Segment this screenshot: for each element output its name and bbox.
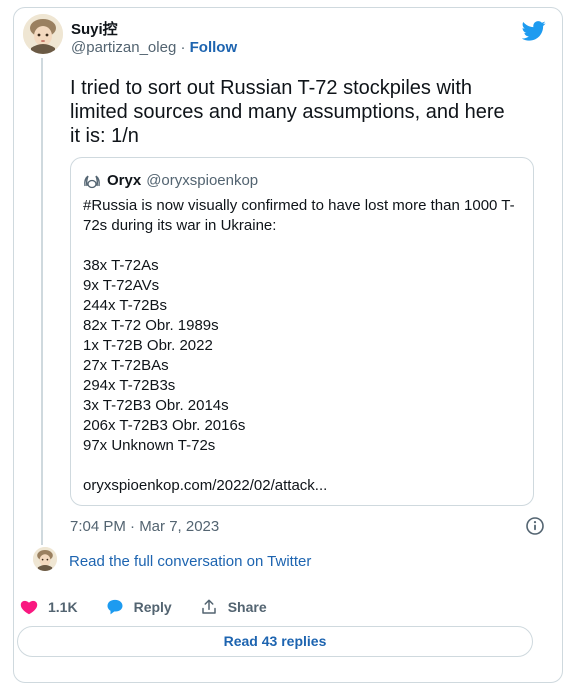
quoted-intro: #Russia is now visually confirmed to hav… (83, 197, 515, 234)
list-item: 38x T-72As (83, 257, 159, 274)
list-item: 3x T-72B3 Obr. 2014s (83, 397, 229, 414)
reply-label: Reply (133, 599, 172, 615)
tweet-timestamp[interactable]: 7:04 PM · Mar 7, 2023 (70, 518, 219, 535)
read-full-conversation-link[interactable]: Read the full conversation on Twitter (69, 553, 311, 570)
thread-author-avatar[interactable] (33, 547, 57, 571)
quoted-list: 38x T-72As 9x T-72AVs 244x T-72Bs 82x T-… (83, 256, 523, 456)
author-handle[interactable]: @partizan_oleg (71, 39, 176, 56)
list-item: 27x T-72BAs (83, 357, 169, 374)
tweet-text: I tried to sort out Russian T-72 stockpi… (70, 77, 505, 147)
list-item: 97x Unknown T-72s (83, 437, 216, 454)
author-avatar[interactable] (23, 14, 63, 54)
twitter-bird-icon[interactable] (522, 20, 546, 42)
quoted-author-name: Oryx (107, 172, 142, 189)
info-icon[interactable] (525, 516, 545, 536)
list-item: 82x T-72 Obr. 1989s (83, 317, 219, 334)
share-label: Share (227, 599, 267, 615)
oryx-logo-icon (84, 174, 100, 188)
list-item: 294x T-72B3s (83, 377, 176, 394)
like-button[interactable]: 1.1K (20, 598, 78, 616)
quoted-tweet[interactable]: Oryx @oryxspioenkop #Russia is now visua… (70, 157, 534, 506)
list-item: 9x T-72AVs (83, 277, 160, 294)
follow-button[interactable]: Follow (190, 39, 238, 56)
meta-separator: · (180, 39, 186, 56)
thread-connector-line (41, 58, 43, 545)
like-count: 1.1K (48, 599, 78, 615)
speech-bubble-icon (107, 599, 123, 615)
share-upload-icon (201, 599, 216, 614)
share-button[interactable]: Share (200, 598, 267, 616)
quoted-link[interactable]: oryxspioenkop.com/2022/02/attack... (83, 476, 523, 496)
reply-button[interactable]: Reply (106, 598, 172, 616)
read-replies-button[interactable]: Read 43 replies (17, 626, 533, 657)
action-bar: 1.1K Reply Share (20, 598, 295, 616)
quoted-tweet-header: Oryx @oryxspioenkop (83, 172, 258, 189)
list-item: 244x T-72Bs (83, 297, 167, 314)
list-item: 206x T-72B3 Obr. 2016s (83, 417, 246, 434)
list-item: 1x T-72B Obr. 2022 (83, 337, 213, 354)
quoted-tweet-body: #Russia is now visually confirmed to hav… (83, 196, 523, 496)
author-name[interactable]: Suyi控 (71, 18, 118, 39)
author-meta: @partizan_oleg · Follow (71, 39, 237, 56)
heart-icon (20, 600, 38, 615)
quoted-author-handle: @oryxspioenkop (146, 172, 259, 189)
